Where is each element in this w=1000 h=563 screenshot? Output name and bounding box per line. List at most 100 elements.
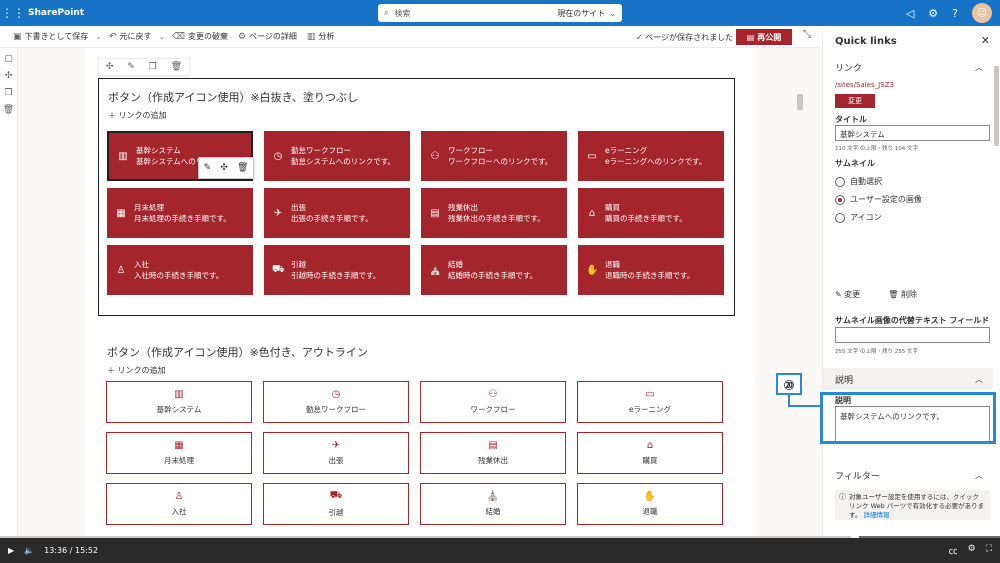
quick-link-description: 月末処理の手続き手順です。: [134, 214, 231, 223]
description-group-header[interactable]: 説明 ︿: [823, 368, 993, 390]
search-scope[interactable]: 現在のサイト: [557, 8, 605, 19]
copy-icon[interactable]: ❐: [0, 88, 17, 99]
add-link-button[interactable]: ＋ リンクの追加: [107, 365, 166, 376]
quick-links-section-outline[interactable]: ボタン（作成アイコン使用）※色付き、アウトライン ＋ リンクの追加 ▥ 基幹システ…: [98, 334, 735, 534]
canvas-scrollbar[interactable]: [796, 48, 804, 538]
quick-link-button[interactable]: ⛪ 結婚: [420, 483, 566, 525]
handshake-icon: ✋: [643, 491, 657, 502]
quick-link-title: 結婚: [485, 507, 501, 516]
scrollbar-thumb[interactable]: [994, 66, 999, 146]
help-icon[interactable]: ?: [952, 7, 958, 20]
radio-icon[interactable]: アイコン: [835, 212, 882, 223]
quick-link-title: 残業休出: [448, 203, 478, 212]
quick-link-button[interactable]: ▦ 月末処理: [106, 432, 252, 474]
radio-dot[interactable]: [835, 212, 845, 223]
move-icon[interactable]: ✣: [220, 163, 228, 173]
discard-button[interactable]: ⌫ 変更の破棄: [167, 31, 233, 42]
quick-link-button[interactable]: ▥ 基幹システム 基幹システムへのリ ✎ ✣ 🗑: [107, 131, 254, 181]
quick-link-button[interactable]: ▭ eラーニング: [577, 381, 723, 423]
trash-icon[interactable]: 🗑: [0, 105, 17, 116]
quick-link-button[interactable]: ⛪ 結婚 結婚時の手続き手順です。: [421, 245, 567, 295]
learn-more-link[interactable]: 詳細情報: [863, 511, 889, 519]
move-icon[interactable]: ✣: [0, 71, 17, 82]
link-group-header[interactable]: リンク ︿: [823, 56, 993, 78]
quick-link-button[interactable]: ⌂ 購買 購買の手続き手順です。: [578, 188, 724, 238]
scrollbar-thumb[interactable]: [797, 94, 803, 110]
captions-icon[interactable]: ㏄: [949, 544, 958, 557]
close-icon[interactable]: ✕: [981, 34, 990, 47]
radio-dot[interactable]: [835, 176, 845, 187]
radio-dot-selected[interactable]: [835, 194, 845, 205]
remove-thumbnail-button[interactable]: 🗑 削除: [888, 289, 917, 300]
analytics-button[interactable]: ▥ 分析: [302, 31, 340, 42]
discard-icon: ⌫: [172, 31, 185, 42]
filter-group-header[interactable]: フィルター ︿: [823, 464, 993, 486]
volume-icon[interactable]: 🔈: [24, 546, 34, 555]
app-launcher-icon[interactable]: ⋮⋮: [0, 0, 26, 26]
radio-auto[interactable]: 自動選択: [835, 176, 882, 187]
filter-info-box: ⓘ 対象ユーザー設定を使用するには、クイック リンク Web パーツで有効化する…: [835, 490, 990, 520]
quick-link-title: ワークフロー: [470, 405, 516, 414]
brand-label[interactable]: SharePoint: [28, 8, 84, 18]
quick-link-button[interactable]: ▥ 基幹システム: [106, 381, 252, 423]
trash-icon[interactable]: 🗑: [171, 62, 182, 72]
collapse-icon[interactable]: ⤡: [798, 29, 816, 45]
saved-status-text: ページが保存されました: [645, 33, 734, 42]
chart-icon: ▥: [306, 31, 316, 42]
search-box[interactable]: ⌕ 検索 現在のサイト ⌄: [378, 4, 622, 22]
page-details-button[interactable]: ⚙ ページの詳細: [233, 31, 302, 42]
chevron-down-icon[interactable]: ⌄: [93, 32, 104, 41]
quick-link-button[interactable]: ◷ 勤怠ワークフロー 勤怠システムへのリンクです。: [264, 131, 410, 181]
title-input[interactable]: 基幹システム: [835, 125, 990, 141]
remove-thumbnail-label: 削除: [900, 290, 917, 299]
play-icon[interactable]: ▶: [8, 546, 14, 555]
quick-link-button[interactable]: ◷ 勤怠ワークフロー: [263, 381, 409, 423]
fullscreen-icon[interactable]: ⛶: [986, 544, 992, 557]
quick-link-button[interactable]: ✋ 退職 退職時の手続き手順です。: [578, 245, 724, 295]
save-draft-button[interactable]: ▣ 下書きとして保存: [8, 31, 93, 42]
quick-link-button[interactable]: ⛟ 引越 引越時の手続き手順です。: [264, 245, 410, 295]
section-title: ボタン（作成アイコン使用）※白抜き、塗りつぶし: [108, 91, 359, 104]
copy-icon[interactable]: ❐: [149, 62, 157, 72]
comment-icon[interactable]: ▢: [0, 54, 17, 65]
link-url[interactable]: /sites/Sales_JSZ3: [835, 81, 894, 89]
avatar[interactable]: ☺: [972, 3, 992, 23]
edit-icon: ✎: [835, 290, 845, 299]
quick-link-button[interactable]: ✈ 出張 出張の手続き手順です。: [264, 188, 410, 238]
edit-thumbnail-label: 変更: [844, 290, 861, 299]
quick-link-button[interactable]: ⛟ 引越: [263, 483, 409, 525]
quick-link-button[interactable]: ⌂ 購買: [577, 432, 723, 474]
radio-custom-image[interactable]: ユーザー設定の画像: [835, 194, 922, 205]
quick-links-section-filled[interactable]: ボタン（作成アイコン使用）※白抜き、塗りつぶし ＋ リンクの追加 ▥ 基幹システム…: [98, 78, 735, 316]
move-icon[interactable]: ✣: [106, 62, 114, 72]
add-link-button[interactable]: ＋ リンクの追加: [108, 110, 167, 121]
edit-thumbnail-button[interactable]: ✎ 変更: [835, 289, 860, 300]
quick-link-button[interactable]: ▤ 残業休出 残業休出の手続き手順です。: [421, 188, 567, 238]
change-link-button[interactable]: 変更: [835, 94, 875, 108]
quick-link-button[interactable]: ✋ 退職: [577, 483, 723, 525]
chevron-down-icon[interactable]: ⌄: [157, 32, 168, 41]
quick-link-title: eラーニング: [628, 405, 672, 414]
quick-link-button[interactable]: ▭ eラーニング eラーニングへのリンクです。: [578, 131, 724, 181]
alt-text-input[interactable]: [835, 327, 990, 343]
quick-link-button[interactable]: ♙ 入社 入社時の手続き手順です。: [107, 245, 253, 295]
chevron-down-icon[interactable]: ⌄: [609, 9, 616, 18]
edit-icon[interactable]: ✎: [204, 163, 212, 173]
republish-button[interactable]: ▤ 再公開: [736, 29, 792, 45]
quick-link-button[interactable]: ⚇ ワークフロー ワークフローへのリンクです。: [421, 131, 567, 181]
quick-link-text: eラーニング eラーニングへのリンクです。: [605, 146, 706, 166]
quick-link-button[interactable]: ✈ 出張: [263, 432, 409, 474]
gear-icon[interactable]: ⚙: [928, 7, 938, 20]
edit-icon[interactable]: ✎: [127, 62, 135, 72]
quick-link-button[interactable]: ♙ 入社: [106, 483, 252, 525]
discard-label: 変更の破棄: [187, 32, 228, 41]
trash-icon[interactable]: 🗑: [237, 163, 248, 173]
quick-link-button[interactable]: ▤ 残業休出: [420, 432, 566, 474]
megaphone-icon[interactable]: ◁: [906, 7, 914, 20]
quick-link-text: 月末処理 月末処理の手続き手順です。: [134, 203, 231, 223]
quick-link-button[interactable]: ▦ 月末処理 月末処理の手続き手順です。: [107, 188, 253, 238]
settings-icon[interactable]: ⚙: [968, 544, 976, 557]
quick-link-button[interactable]: ⚇ ワークフロー: [420, 381, 566, 423]
undo-button[interactable]: ↶ 元に戻す: [104, 31, 157, 42]
undo-icon: ↶: [108, 31, 117, 42]
